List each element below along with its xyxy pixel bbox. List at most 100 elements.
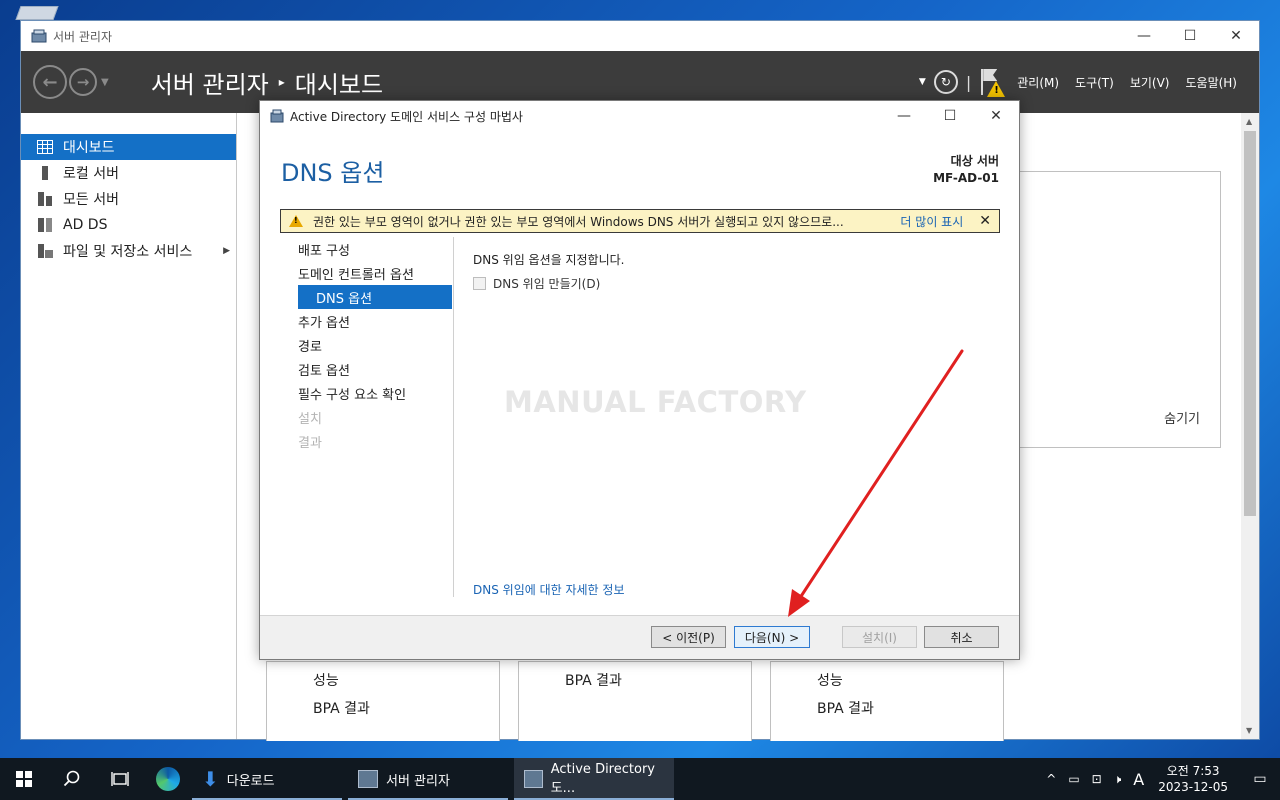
- menu-manage[interactable]: 관리(M): [1017, 74, 1059, 91]
- dns-delegation-label[interactable]: DNS 위임 만들기(D): [493, 275, 600, 292]
- content-description: DNS 위임 옵션을 지정합니다.: [473, 253, 625, 267]
- task-view-icon[interactable]: [96, 758, 144, 800]
- minimize-button[interactable]: —: [1121, 21, 1167, 51]
- step-deployment-config[interactable]: 배포 구성: [298, 237, 452, 261]
- dns-delegation-checkbox[interactable]: [473, 277, 486, 290]
- dns-delegation-option[interactable]: DNS 위임 만들기(D): [473, 275, 600, 292]
- step-paths[interactable]: 경로: [298, 333, 452, 357]
- close-icon[interactable]: ✕: [979, 213, 991, 229]
- tile-3: 성능 BPA 결과: [770, 661, 1004, 741]
- sidebar-label-file-storage: 파일 및 저장소 서비스: [63, 244, 193, 260]
- menu-help[interactable]: 도움말(H): [1185, 74, 1237, 91]
- sidebar-item-local-server[interactable]: 로컬 서버: [21, 160, 236, 186]
- next-button[interactable]: 다음(N) >: [734, 626, 810, 648]
- step-install: 설치: [298, 411, 322, 427]
- breadcrumb-root[interactable]: 서버 관리자: [151, 65, 269, 100]
- ad-wizard-icon: [524, 770, 543, 788]
- tile-row-performance[interactable]: 성능: [313, 670, 339, 690]
- dialog-titlebar: Active Directory 도메인 서비스 구성 마법사 — ☐ ✕: [260, 101, 1019, 131]
- page-title: DNS 옵션: [281, 159, 385, 187]
- hide-link[interactable]: 숨기기: [1164, 408, 1200, 427]
- tile-row-bpa[interactable]: BPA 결과: [565, 670, 622, 690]
- dialog-title: Active Directory 도메인 서비스 구성 마법사: [290, 109, 523, 124]
- servers-icon: [37, 192, 53, 206]
- breadcrumb-separator: ▸: [278, 75, 285, 89]
- show-more-link[interactable]: 더 많이 표시: [900, 213, 963, 230]
- taskbar-app-ad-wizard-label: Active Directory 도...: [550, 762, 655, 796]
- tile-row-bpa[interactable]: BPA 결과: [313, 698, 370, 718]
- breadcrumb-current: 대시보드: [294, 70, 384, 99]
- back-button[interactable]: ←: [33, 65, 67, 99]
- step-prerequisites[interactable]: 필수 구성 요소 확인: [298, 381, 452, 405]
- step-dc-options[interactable]: 도메인 컨트롤러 옵션: [298, 261, 452, 285]
- clock[interactable]: 오전 7:53 2023-12-05: [1158, 763, 1228, 795]
- server-manager-icon: [358, 770, 378, 788]
- edge-browser-icon[interactable]: [144, 758, 192, 800]
- vertical-scrollbar[interactable]: ▲ ▼: [1241, 113, 1259, 739]
- volume-muted-icon[interactable]: 🕨: [1114, 772, 1122, 787]
- more-info-link[interactable]: DNS 위임에 대한 자세한 정보: [473, 581, 625, 598]
- notification-center-icon[interactable]: ▭: [1240, 758, 1280, 800]
- annotation-arrow-icon: [788, 349, 964, 617]
- scroll-up-icon[interactable]: ▲: [1246, 117, 1252, 126]
- scroll-down-icon[interactable]: ▼: [1246, 726, 1252, 735]
- watermark: MANUAL FACTORY: [504, 385, 807, 419]
- tile-row-bpa[interactable]: BPA 결과: [817, 698, 874, 718]
- taskbar-app-downloads[interactable]: ⬇ 다운로드: [192, 758, 342, 800]
- sidebar-label-all-servers: 모든 서버: [63, 192, 119, 208]
- desktop-icon[interactable]: [15, 6, 59, 20]
- forward-button[interactable]: →: [69, 68, 97, 96]
- sidebar-item-ad-ds[interactable]: AD DS: [21, 212, 236, 238]
- storage-icon: [37, 244, 53, 258]
- menu-view[interactable]: 보기(V): [1130, 74, 1170, 91]
- notification-flag-icon[interactable]: !: [975, 67, 1006, 97]
- dashboard-icon: [37, 140, 53, 154]
- sidebar-item-dashboard[interactable]: 대시보드: [21, 134, 236, 160]
- network-icon[interactable]: ⊡: [1092, 772, 1102, 786]
- clock-time: 오전 7:53: [1166, 764, 1220, 778]
- taskbar-app-downloads-label: 다운로드: [226, 773, 275, 789]
- previous-button[interactable]: < 이전(P): [651, 626, 726, 648]
- ime-indicator[interactable]: A: [1133, 770, 1144, 789]
- sidebar-item-all-servers[interactable]: 모든 서버: [21, 186, 236, 212]
- warning-text: 권한 있는 부모 영역이 없거나 권한 있는 부모 영역에서 Windows D…: [313, 214, 844, 229]
- taskbar-app-server-manager[interactable]: 서버 관리자: [348, 758, 508, 800]
- step-additional-options[interactable]: 추가 옵션: [298, 309, 452, 333]
- sm-window-title: 서버 관리자: [53, 29, 113, 44]
- expand-arrow-icon[interactable]: ▶: [223, 246, 230, 256]
- search-icon[interactable]: [48, 758, 96, 800]
- nav-history-dropdown[interactable]: ▼: [101, 77, 109, 88]
- step-review-options[interactable]: 검토 옵션: [298, 357, 452, 381]
- step-dns-options[interactable]: DNS 옵션: [298, 285, 452, 309]
- server-manager-icon: [270, 109, 284, 123]
- dialog-minimize-button[interactable]: —: [881, 101, 927, 131]
- server-manager-icon: [31, 29, 47, 43]
- maximize-button[interactable]: ☐: [1167, 21, 1213, 51]
- adds-icon: [37, 218, 53, 232]
- target-server-label: 대상 서버: [950, 154, 999, 168]
- cancel-button[interactable]: 취소: [924, 626, 999, 648]
- taskbar: ⬇ 다운로드 서버 관리자 Active Directory 도... ^ ▭ …: [0, 758, 1280, 800]
- steps-divider: [453, 237, 454, 597]
- scrollbar-thumb[interactable]: [1244, 131, 1256, 516]
- download-folder-icon: ⬇: [202, 767, 219, 791]
- windows-logo-icon: [16, 771, 32, 787]
- battery-icon[interactable]: ▭: [1068, 772, 1079, 786]
- tile-row-performance[interactable]: 성능: [817, 670, 843, 690]
- chevron-up-icon[interactable]: ^: [1046, 772, 1056, 786]
- sm-titlebar: 서버 관리자 — ☐ ✕: [21, 21, 1259, 51]
- sidebar-item-file-storage[interactable]: 파일 및 저장소 서비스 ▶: [21, 238, 236, 264]
- dialog-maximize-button[interactable]: ☐: [927, 101, 973, 131]
- refresh-icon[interactable]: ↻: [933, 70, 958, 94]
- dialog-close-button[interactable]: ✕: [973, 101, 1019, 131]
- welcome-panel: 숨기기: [1019, 171, 1221, 448]
- install-button: 설치(I): [842, 626, 917, 648]
- menu-tools[interactable]: 도구(T): [1075, 74, 1114, 91]
- dropdown-arrow-icon[interactable]: ▼: [919, 77, 926, 87]
- warning-bar: ! 권한 있는 부모 영역이 없거나 권한 있는 부모 영역에서 Windows…: [280, 209, 1000, 233]
- close-button[interactable]: ✕: [1213, 21, 1259, 51]
- sidebar-label-ad-ds: AD DS: [63, 217, 108, 233]
- taskbar-app-ad-wizard[interactable]: Active Directory 도...: [514, 758, 674, 800]
- start-button[interactable]: [0, 758, 48, 800]
- wizard-steps: 배포 구성 도메인 컨트롤러 옵션 DNS 옵션 추가 옵션 경로 검토 옵션 …: [298, 237, 452, 453]
